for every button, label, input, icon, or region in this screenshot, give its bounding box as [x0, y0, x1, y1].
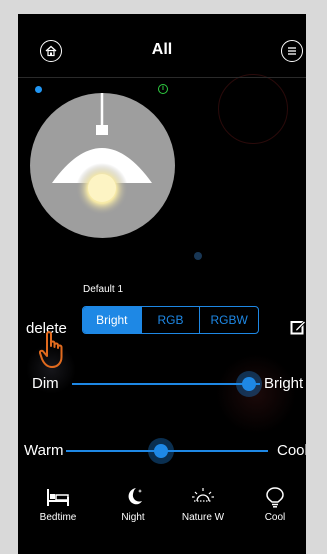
status-dot [35, 86, 42, 93]
top-bar: All [18, 14, 306, 80]
menu-icon [288, 47, 296, 55]
lamp-name: Default 1 [82, 284, 124, 295]
bed-icon [47, 489, 69, 506]
lamp-card[interactable]: i Default 1 [28, 84, 178, 295]
pendant-lamp-icon [52, 93, 152, 215]
scene-night-label: Night [121, 512, 145, 523]
scene-cool-label: Cool [264, 512, 286, 523]
temperature-slider-row: Warm Cool [18, 436, 306, 466]
moon-icon [128, 488, 143, 505]
mode-selector: Bright RGB RGBW [82, 306, 259, 334]
tab-rgb[interactable]: RGB [142, 307, 201, 333]
scene-cool[interactable]: Cool [240, 486, 306, 523]
tab-bright[interactable]: Bright [83, 307, 142, 333]
brightness-slider-knob[interactable] [235, 371, 262, 397]
tab-rgbw[interactable]: RGBW [200, 307, 258, 333]
scene-bedtime-label: Bedtime [39, 512, 77, 523]
bulb-icon [266, 487, 284, 508]
edit-icon[interactable] [290, 319, 306, 335]
dim-label: Dim [32, 375, 59, 392]
app-screen: All i Default 1 delete Bright RGB RGBW D… [18, 14, 306, 554]
header-divider [18, 77, 306, 78]
brightness-track[interactable] [72, 383, 260, 385]
cool-label: Cool [277, 442, 306, 459]
scene-bar: Bedtime Night Nature W Cool [18, 486, 306, 554]
scene-nature-label: Nature W [181, 512, 225, 523]
scene-night[interactable]: Night [98, 486, 168, 523]
lamp-avatar [30, 93, 175, 238]
scene-nature[interactable]: Nature W [168, 486, 238, 523]
info-icon[interactable]: i [158, 84, 168, 94]
temperature-slider-knob[interactable] [147, 438, 174, 464]
hand-pointer-icon [39, 331, 63, 368]
scene-bedtime[interactable]: Bedtime [23, 486, 93, 523]
menu-button[interactable] [281, 40, 303, 62]
background-bokeh [194, 252, 202, 260]
warm-label: Warm [24, 442, 64, 459]
brightness-slider-row: Dim Bright [18, 369, 306, 399]
bright-label: Bright [264, 375, 304, 392]
page-title: All [151, 41, 173, 58]
background-bokeh [218, 74, 288, 144]
sun-icon [192, 488, 214, 502]
